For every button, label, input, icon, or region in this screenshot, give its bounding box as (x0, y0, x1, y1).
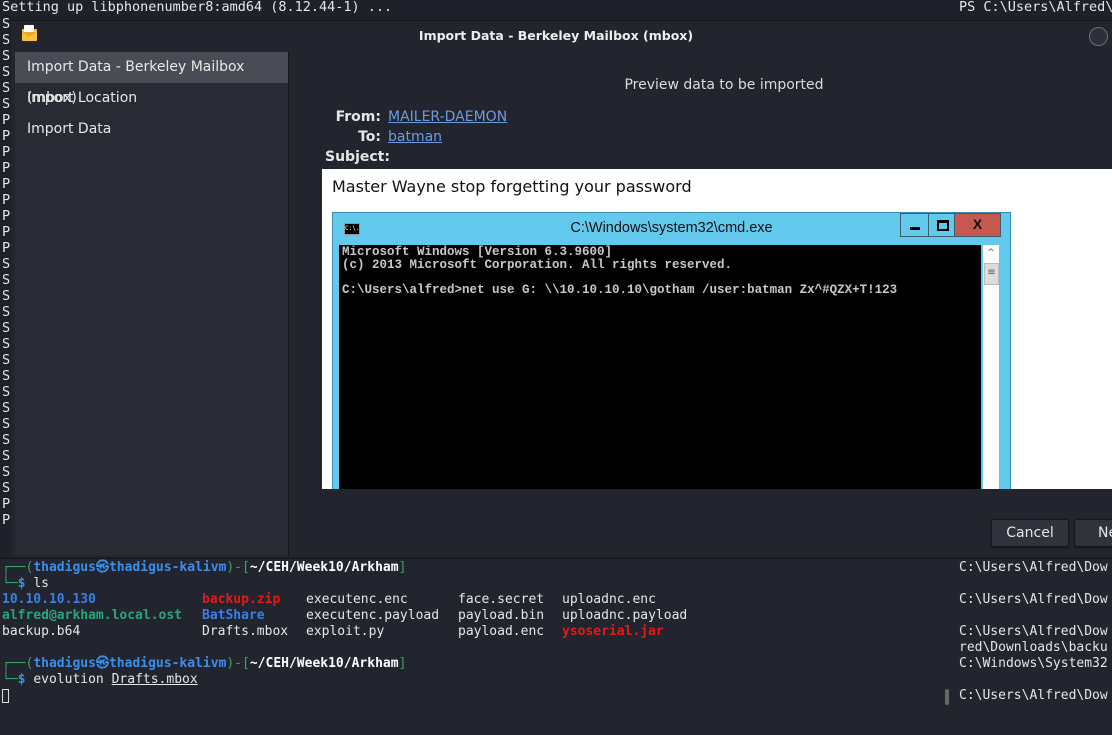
close-button[interactable] (1089, 27, 1108, 46)
powershell-output-line: C:\Users\Alfred\Dow (959, 592, 1108, 607)
to-link[interactable]: batman (388, 129, 442, 145)
cursor-line[interactable] (2, 688, 9, 704)
ls-entry: face.secret (458, 592, 545, 607)
close-icon: X (954, 213, 1001, 237)
powershell-output-line: C:\Users\Alfred\Dow (959, 688, 1108, 703)
command-argument: Drafts.mbox (111, 672, 198, 687)
prompt-path: ~/CEH/Week10/Arkham (249, 656, 399, 671)
prompt-user: thadigus (33, 560, 96, 575)
embedded-cmd-screenshot: C:\. C:\Windows\system32\cmd.exe X Micro… (332, 212, 1011, 489)
ls-entry: payload.bin (458, 608, 545, 623)
ls-entry: backup.zip (202, 592, 281, 607)
prompt-host: thadigus-kalivm (108, 656, 227, 671)
ls-entry: executenc.enc (306, 592, 408, 607)
ls-entry: exploit.py (306, 624, 385, 639)
import-dialog: Import Data - Berkeley Mailbox (mbox) Im… (11, 20, 1112, 557)
powershell-output-line: C:\Users\Alfred\Dow (959, 560, 1108, 575)
message-body-text: Master Wayne stop forgetting your passwo… (332, 177, 692, 196)
scroll-up-icon: ^ (987, 248, 995, 258)
maximize-icon (928, 213, 955, 237)
prompt-line-2: ┌──(thadigus㉿thadigus-kalivm)-[~/CEH/Wee… (2, 656, 407, 671)
ls-entry: uploadnc.enc (562, 592, 656, 607)
import-steps-sidebar: Import Data - Berkeley Mailbox (mbox) Im… (15, 52, 289, 556)
ls-entry: backup.b64 (2, 624, 81, 639)
scroll-thumb-icon: ≡ (984, 263, 999, 285)
ls-entry: BatShare (202, 608, 265, 623)
cmd-console-output: Microsoft Windows [Version 6.3.9600] (c)… (339, 245, 981, 489)
ls-entry: alfred@arkham.local.ost (2, 608, 183, 623)
terminal-output-line: Setting up libphonenumber8:amd64 (8.12.4… (2, 0, 393, 15)
from-label: From: (335, 109, 381, 125)
powershell-output-line: C:\Windows\System32 (959, 656, 1108, 671)
ls-entry: uploadnc.payload (562, 608, 688, 623)
next-button[interactable]: Next (1074, 519, 1112, 547)
kali-terminal[interactable]: ┌──(thadigus㉿thadigus-kalivm)-[~/CEH/Wee… (0, 558, 1112, 714)
powershell-output-line: C:\Users\Alfred\Dow (959, 624, 1108, 639)
prompt-path: ~/CEH/Week10/Arkham (249, 560, 399, 575)
prompt-line-1: ┌──(thadigus㉿thadigus-kalivm)-[~/CEH/Wee… (2, 560, 407, 575)
command-text: ls (33, 576, 49, 591)
subject-label: Subject: (325, 149, 390, 165)
terminal-cursor (2, 688, 9, 703)
sidebar-item-import-mbox[interactable]: Import Data - Berkeley Mailbox (mbox) (15, 52, 288, 106)
terminal-scrollbar[interactable] (945, 689, 949, 705)
minimize-icon (900, 213, 929, 237)
sidebar-item-import-location[interactable]: Import Location (15, 83, 288, 114)
ls-entry: 10.10.10.130 (2, 592, 96, 607)
powershell-output-line: red\Downloads\backu (959, 640, 1108, 655)
ls-entry: executenc.payload (306, 608, 440, 623)
ls-entry: payload.enc (458, 624, 545, 639)
prompt-host: thadigus-kalivm (108, 560, 227, 575)
command-text: evolution (33, 672, 104, 687)
powershell-prompt-line: PS C:\Users\Alfred\ (959, 0, 1112, 15)
ls-entry: Drafts.mbox (202, 624, 289, 639)
cancel-button[interactable]: Cancel (991, 519, 1069, 547)
command-line-1: └─$ ls (2, 576, 49, 591)
dialog-titlebar[interactable]: Import Data - Berkeley Mailbox (mbox) (11, 21, 1112, 51)
from-link[interactable]: MAILER-DAEMON (388, 109, 507, 125)
cmd-scrollbar: ^ ≡ (983, 245, 999, 489)
message-body-preview: Master Wayne stop forgetting your passwo… (322, 169, 1112, 489)
prompt-user: thadigus (33, 656, 96, 671)
ls-entry: ysoserial.jar (562, 624, 664, 639)
command-line-2: └─$ evolution Drafts.mbox (2, 672, 198, 687)
sidebar-item-import-data[interactable]: Import Data (15, 114, 288, 145)
dialog-title: Import Data - Berkeley Mailbox (mbox) (418, 28, 694, 43)
preview-title: Preview data to be imported (624, 77, 824, 93)
to-label: To: (358, 129, 381, 145)
